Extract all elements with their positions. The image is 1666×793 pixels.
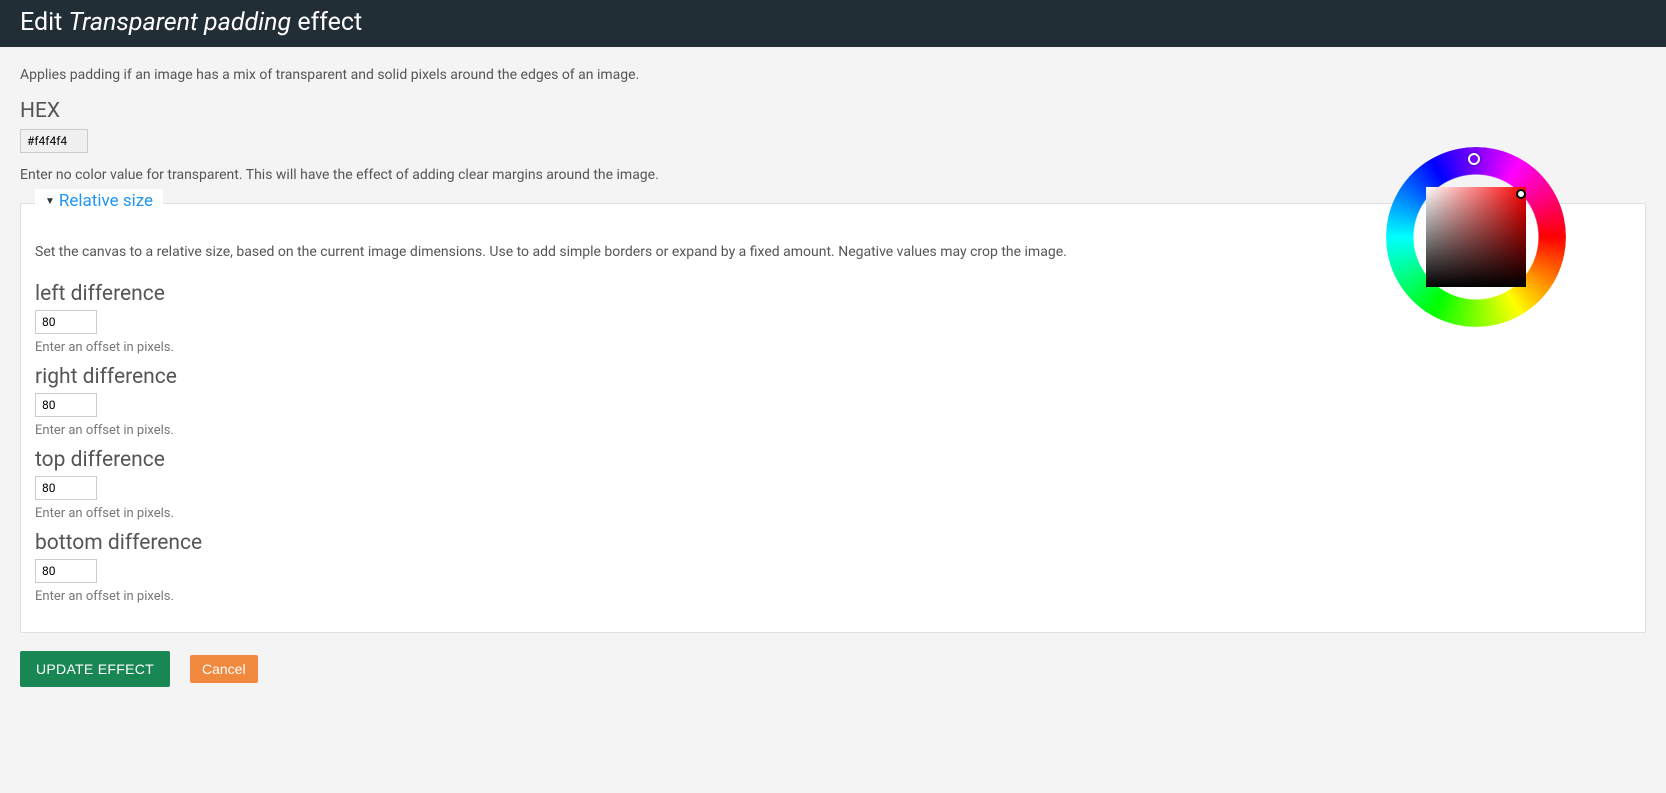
color-picker[interactable] bbox=[1386, 147, 1566, 327]
bottom-difference-input[interactable] bbox=[35, 559, 97, 583]
bottom-difference-help: Enter an offset in pixels. bbox=[35, 589, 1631, 604]
right-difference-input[interactable] bbox=[35, 393, 97, 417]
page-header: Edit Transparent padding effect bbox=[0, 0, 1666, 47]
header-effect-name: Transparent padding bbox=[69, 8, 292, 37]
caret-down-icon: ▼ bbox=[45, 196, 55, 207]
saturation-value-square[interactable] bbox=[1426, 187, 1526, 287]
right-difference-label: right difference bbox=[35, 365, 1631, 389]
cancel-button[interactable]: Cancel bbox=[190, 655, 258, 683]
right-difference-help: Enter an offset in pixels. bbox=[35, 423, 1631, 438]
top-difference-input[interactable] bbox=[35, 476, 97, 500]
top-difference-help: Enter an offset in pixels. bbox=[35, 506, 1631, 521]
left-difference-input[interactable] bbox=[35, 310, 97, 334]
hue-indicator[interactable] bbox=[1468, 153, 1480, 165]
top-difference-group: top difference Enter an offset in pixels… bbox=[35, 448, 1631, 521]
left-difference-help: Enter an offset in pixels. bbox=[35, 340, 1631, 355]
header-prefix: Edit bbox=[20, 8, 69, 37]
action-row: UPDATE EFFECT Cancel bbox=[20, 651, 1646, 687]
effect-description: Applies padding if an image has a mix of… bbox=[20, 67, 1646, 83]
panel-title: Relative size bbox=[59, 191, 153, 211]
sv-indicator[interactable] bbox=[1516, 189, 1526, 199]
bottom-difference-label: bottom difference bbox=[35, 531, 1631, 555]
top-difference-label: top difference bbox=[35, 448, 1631, 472]
main-content: Applies padding if an image has a mix of… bbox=[0, 47, 1666, 707]
relative-size-tab[interactable]: ▼ Relative size bbox=[35, 189, 163, 213]
right-difference-group: right difference Enter an offset in pixe… bbox=[35, 365, 1631, 438]
bottom-difference-group: bottom difference Enter an offset in pix… bbox=[35, 531, 1631, 604]
hex-input[interactable] bbox=[20, 129, 88, 153]
header-suffix: effect bbox=[291, 8, 362, 37]
hex-label: HEX bbox=[20, 99, 1646, 123]
update-effect-button[interactable]: UPDATE EFFECT bbox=[20, 651, 170, 687]
